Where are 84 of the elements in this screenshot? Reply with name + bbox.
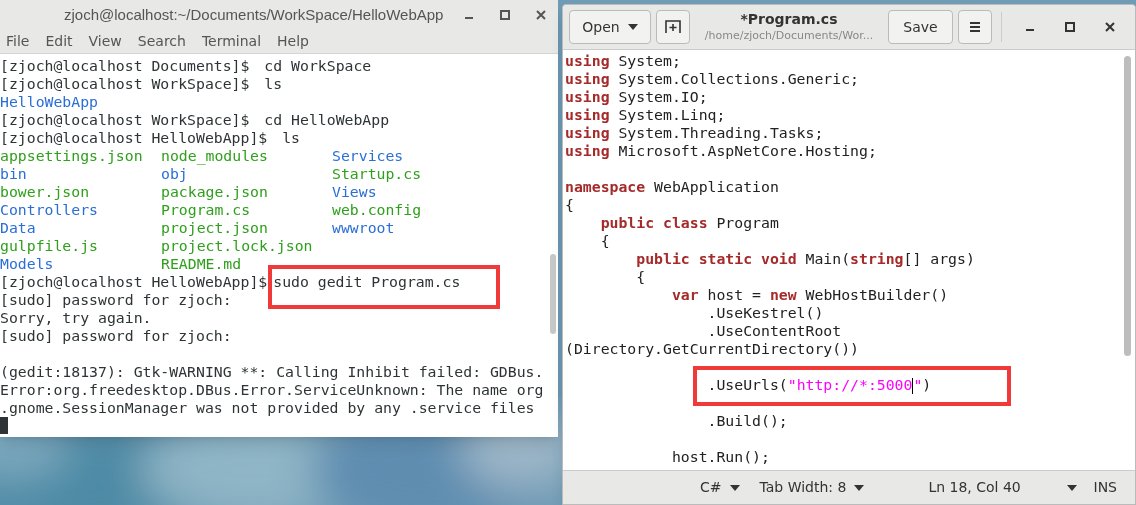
code-line: { <box>565 196 574 213</box>
file-name: node_modules <box>161 147 269 165</box>
code-line: .UseKestrel() <box>706 304 824 321</box>
terminal-command: ls <box>282 129 300 146</box>
window-title: zjoch@localhost:~/Documents/WorkSpace/HelloWebApp <box>64 4 444 25</box>
file-name: obj <box>161 165 189 183</box>
file-name: bower.json <box>0 183 91 201</box>
document-path: /home/zjoch/Documents/Wor... <box>704 28 874 43</box>
terminal-command: sudo gedit Program.cs <box>273 273 461 290</box>
terminal-output: .gnome.SessionManager was not provided by any .service files <box>0 399 535 416</box>
code-line: namespace WebApplication <box>565 178 779 195</box>
terminal-output: [sudo] password for zjoch: <box>0 327 232 344</box>
maximize-icon[interactable] <box>500 10 510 20</box>
file-name: Startup.cs <box>332 165 423 183</box>
menu-item[interactable]: Edit <box>45 31 73 52</box>
file-name: gulpfile.js <box>0 237 99 255</box>
caret-icon <box>729 484 740 491</box>
caret-icon <box>1066 484 1077 491</box>
file-name: Services <box>332 147 405 165</box>
code-line: using System.Threading.Tasks; <box>565 124 824 141</box>
save-button[interactable]: Save <box>888 10 953 44</box>
code-line: (Directory.GetCurrentDirectory()) <box>565 340 859 357</box>
new-tab-button[interactable] <box>656 10 690 44</box>
code-line: .UseContentRoot <box>706 322 842 339</box>
code-line: var host = new WebHostBuilder() <box>670 286 949 303</box>
menu-item[interactable]: Terminal <box>201 31 262 52</box>
file-name: Models <box>0 255 55 273</box>
menu-item[interactable]: Search <box>137 31 186 52</box>
menu-icon <box>969 21 981 33</box>
cursor-position: Ln 18, Col 40 <box>928 478 1021 497</box>
terminal-command: cd HelloWebApp <box>264 111 390 128</box>
caret-icon <box>627 24 638 30</box>
code-line: using System.Collections.Generic; <box>565 70 859 87</box>
terminal-prompt: [zjoch@localhost Documents]$ <box>0 57 251 75</box>
code-line: using System.Linq; <box>565 106 726 123</box>
terminal-command: ls <box>264 75 283 92</box>
terminal-output: (gedit:18137): Gtk-WARNING **: Calling Inhibit failed: GDBus. <box>0 363 544 380</box>
terminal-prompt: [zjoch@localhost HelloWebApp]$ <box>0 129 269 147</box>
code-line: public class Program <box>599 214 779 231</box>
file-name: Program.cs <box>161 201 252 219</box>
code-line: using Microsoft.AspNetCore.Hosting; <box>565 142 877 159</box>
file-name: web.config <box>332 201 423 219</box>
code-line: public static void Main(string[] args) <box>635 250 975 267</box>
file-name: project.json <box>161 219 269 237</box>
language-selector[interactable]: C# <box>700 477 722 498</box>
open-button[interactable]: Open <box>569 10 651 44</box>
insert-mode: INS <box>1093 478 1117 497</box>
code-line: using System.IO; <box>565 88 708 105</box>
terminal-output: Error:org.freedesktop.DBus.Error.ServiceUnknown: The name org <box>0 381 544 398</box>
menu-button[interactable] <box>958 10 992 44</box>
code-line: { <box>599 232 610 249</box>
file-name: project.lock.json <box>161 237 314 255</box>
code-line: .Build(); <box>706 412 788 429</box>
terminal-output: [sudo] password for zjoch: <box>0 291 232 308</box>
terminal-prompt: [zjoch@localhost WorkSpace]$ <box>0 111 251 129</box>
terminal-command: cd WorkSpace <box>264 57 372 74</box>
new-tab-icon <box>665 20 681 34</box>
menu-item[interactable]: Help <box>277 31 309 52</box>
file-name: wwwroot <box>332 219 396 237</box>
code-line: host.Run(); <box>670 448 770 465</box>
terminal-output: Sorry, try again. <box>0 309 152 326</box>
file-name: package.json <box>161 183 269 201</box>
close-icon[interactable] <box>1105 22 1115 32</box>
menu-item[interactable]: File <box>6 31 30 52</box>
file-name: Views <box>332 183 378 201</box>
code-line: { <box>635 268 646 285</box>
document-title: *Program.cs <box>740 11 838 29</box>
tab-width-selector[interactable]: Tab Width: 8 <box>759 477 847 498</box>
maximize-icon[interactable] <box>1065 22 1075 32</box>
file-name: appsettings.json <box>0 147 144 165</box>
file-name: bin <box>0 165 28 183</box>
menu-item[interactable]: View <box>88 31 122 52</box>
close-icon[interactable] <box>536 10 546 20</box>
text-cursor <box>912 378 914 394</box>
code-line: using System; <box>565 52 681 69</box>
file-name: HelloWebApp <box>0 93 99 111</box>
file-name: README.md <box>161 255 243 273</box>
code-line: .UseUrls("http://*:5000") <box>706 376 932 393</box>
file-name: Data <box>0 219 37 237</box>
text-cursor <box>0 417 8 434</box>
caret-icon <box>854 484 865 491</box>
terminal-prompt: [zjoch@localhost WorkSpace]$ <box>0 75 251 93</box>
file-name: Controllers <box>0 201 99 219</box>
terminal-prompt: [zjoch@localhost HelloWebApp]$ <box>0 273 268 291</box>
